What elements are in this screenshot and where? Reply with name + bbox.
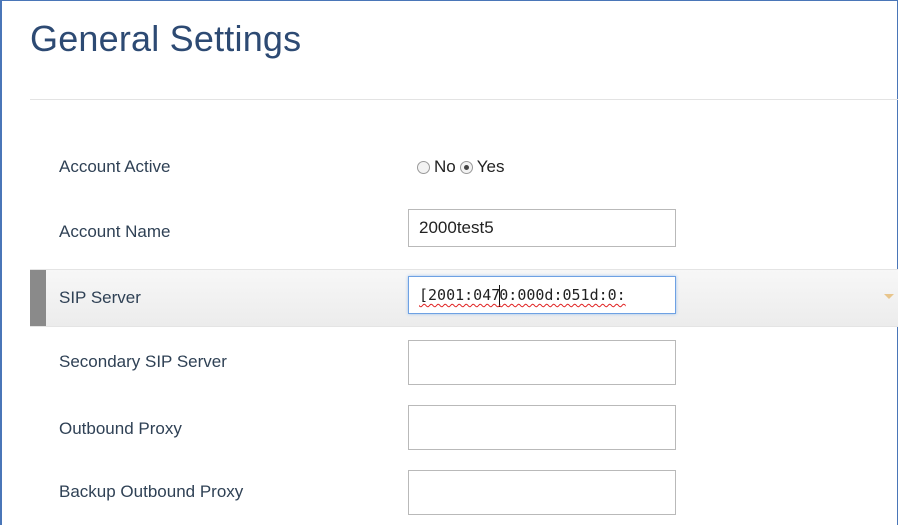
- page-title: General Settings: [30, 18, 302, 59]
- title-divider: [30, 99, 898, 100]
- account-active-no-radio[interactable]: [417, 160, 430, 174]
- account-active-no-label[interactable]: No: [434, 157, 456, 177]
- sip-server-value-end: 0:000d:051d:0:: [499, 286, 626, 304]
- sip-server-value-start: [2001:047: [419, 286, 501, 304]
- account-active-yes-label[interactable]: Yes: [477, 157, 505, 177]
- sip-server-input[interactable]: [2001:0470:000d:051d:0:: [408, 276, 676, 314]
- backup-outbound-proxy-label: Backup Outbound Proxy: [59, 482, 244, 501]
- account-active-radio-group: No Yes: [417, 157, 508, 177]
- backup-outbound-proxy-input[interactable]: [408, 470, 676, 515]
- secondary-sip-server-input[interactable]: [408, 340, 676, 385]
- account-name-label: Account Name: [59, 222, 171, 241]
- chevron-down-icon: [884, 294, 894, 299]
- account-name-input[interactable]: 2000test5: [408, 209, 676, 247]
- active-row-marker: [30, 270, 46, 326]
- secondary-sip-server-label: Secondary SIP Server: [59, 352, 227, 371]
- sip-server-label: SIP Server: [59, 288, 141, 307]
- outbound-proxy-label: Outbound Proxy: [59, 419, 182, 438]
- account-active-yes-radio[interactable]: [459, 160, 473, 174]
- account-active-label: Account Active: [59, 157, 171, 176]
- outbound-proxy-input[interactable]: [408, 405, 676, 450]
